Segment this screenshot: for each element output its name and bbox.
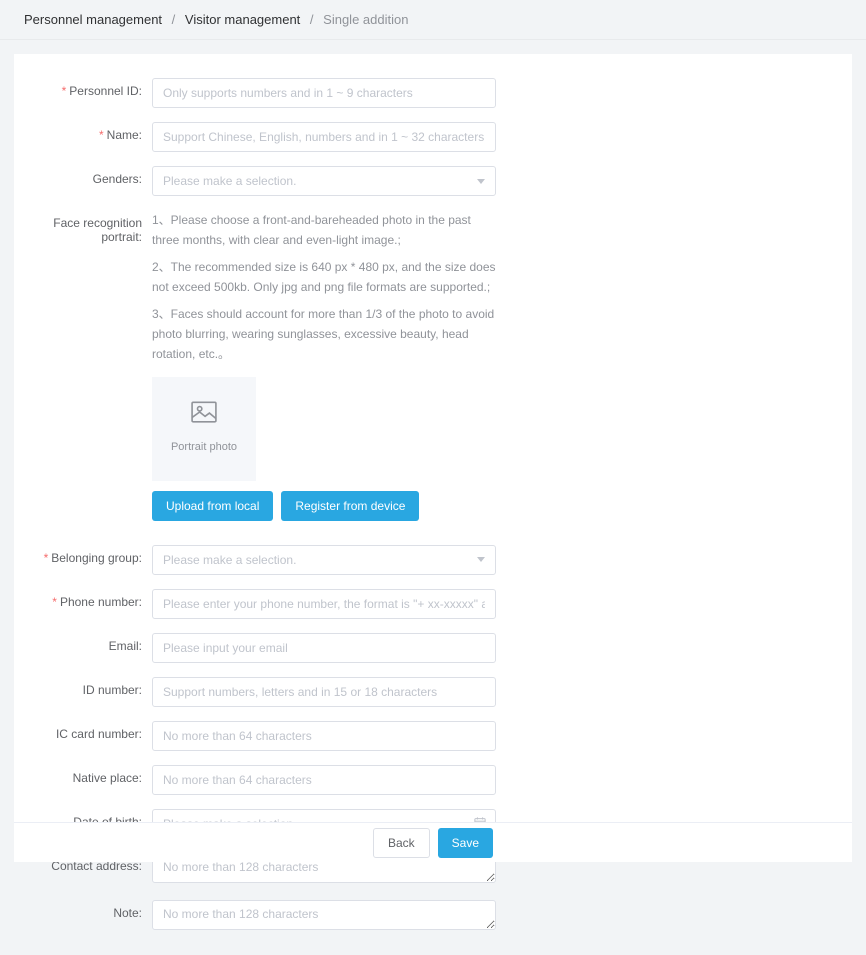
genders-label: Genders: bbox=[22, 166, 152, 186]
id-number-input[interactable] bbox=[152, 677, 496, 707]
ic-card-number-label: IC card number: bbox=[22, 721, 152, 741]
form-container: Personnel ID: Name: Genders: Please make… bbox=[14, 54, 852, 862]
portrait-help: 1、Please choose a front-and-bareheaded p… bbox=[152, 210, 496, 527]
email-input[interactable] bbox=[152, 633, 496, 663]
image-icon bbox=[191, 401, 217, 438]
phone-number-input[interactable] bbox=[152, 589, 496, 619]
breadcrumb-level1[interactable]: Personnel management bbox=[24, 12, 162, 27]
name-input[interactable] bbox=[152, 122, 496, 152]
genders-select[interactable]: Please make a selection. bbox=[152, 166, 496, 196]
name-label: Name: bbox=[22, 122, 152, 142]
upload-from-local-button[interactable]: Upload from local bbox=[152, 491, 273, 521]
portrait-help-line3: 3、Faces should account for more than 1/3… bbox=[152, 304, 496, 365]
id-number-label: ID number: bbox=[22, 677, 152, 697]
portrait-help-line1: 1、Please choose a front-and-bareheaded p… bbox=[152, 210, 496, 251]
native-place-input[interactable] bbox=[152, 765, 496, 795]
register-from-device-button[interactable]: Register from device bbox=[281, 491, 419, 521]
belonging-group-label: Belonging group: bbox=[22, 545, 152, 565]
portrait-photo-upload[interactable]: Portrait photo bbox=[152, 377, 256, 481]
chevron-down-icon bbox=[477, 557, 485, 562]
back-button[interactable]: Back bbox=[373, 828, 430, 858]
genders-select-placeholder: Please make a selection. bbox=[163, 174, 296, 188]
breadcrumb-level2[interactable]: Visitor management bbox=[185, 12, 300, 27]
face-portrait-label: Face recognition portrait: bbox=[22, 210, 152, 244]
footer-bar: Back Save bbox=[14, 822, 852, 862]
breadcrumb: Personnel management / Visitor managemen… bbox=[0, 0, 866, 40]
breadcrumb-separator: / bbox=[310, 12, 314, 27]
native-place-label: Native place: bbox=[22, 765, 152, 785]
note-textarea[interactable] bbox=[152, 900, 496, 930]
belonging-group-placeholder: Please make a selection. bbox=[163, 553, 296, 567]
portrait-help-line2: 2、The recommended size is 640 px * 480 p… bbox=[152, 257, 496, 298]
email-label: Email: bbox=[22, 633, 152, 653]
breadcrumb-level3: Single addition bbox=[323, 12, 408, 27]
personnel-id-input[interactable] bbox=[152, 78, 496, 108]
save-button[interactable]: Save bbox=[438, 828, 493, 858]
chevron-down-icon bbox=[477, 179, 485, 184]
belonging-group-select[interactable]: Please make a selection. bbox=[152, 545, 496, 575]
personnel-id-label: Personnel ID: bbox=[22, 78, 152, 98]
portrait-photo-caption: Portrait photo bbox=[171, 438, 237, 457]
phone-number-label: Phone number: bbox=[22, 589, 152, 609]
breadcrumb-separator: / bbox=[172, 12, 176, 27]
note-label: Note: bbox=[22, 900, 152, 920]
ic-card-number-input[interactable] bbox=[152, 721, 496, 751]
